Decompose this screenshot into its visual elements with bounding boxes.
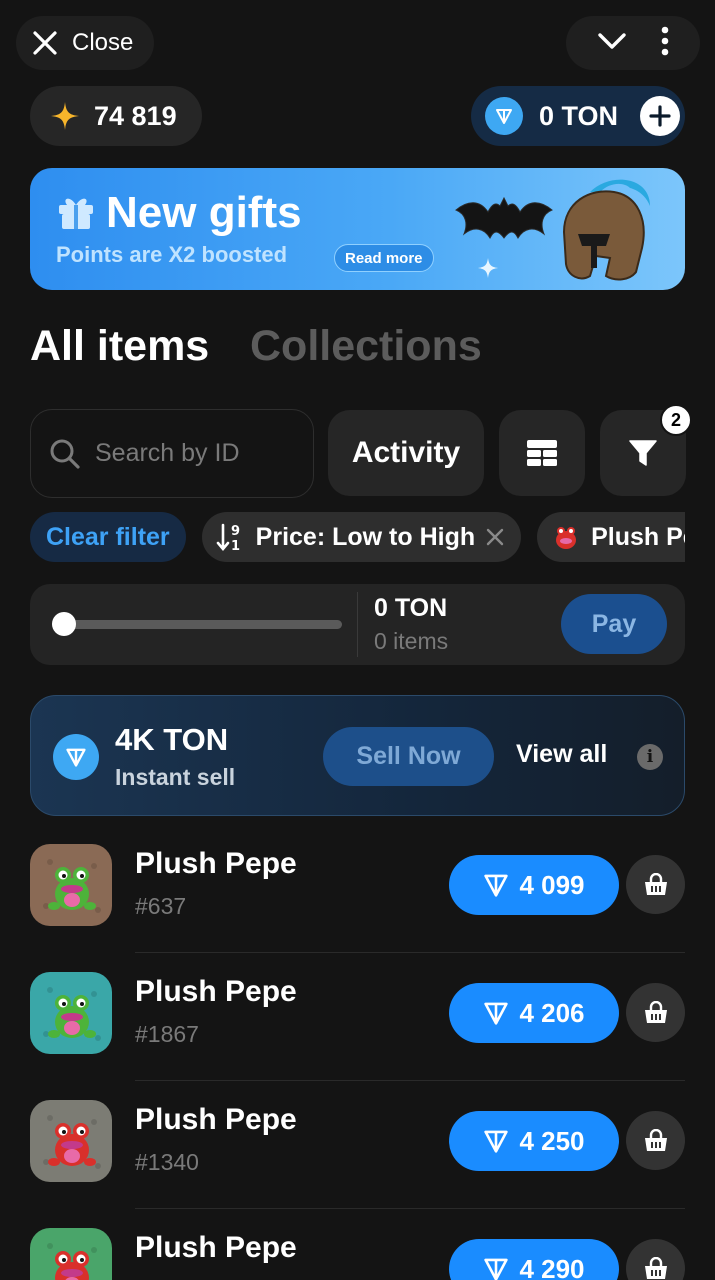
item-number: #1340 — [135, 1149, 199, 1175]
promo-banner[interactable]: New gifts Points are X2 boosted Read mor… — [30, 168, 685, 290]
remove-sort-icon[interactable] — [485, 527, 505, 547]
item-thumbnail — [30, 844, 112, 926]
filter-funnel-icon — [629, 440, 657, 466]
item-number: #1867 — [135, 1021, 199, 1047]
list-item[interactable]: Plush Pepe 4 290 — [30, 1209, 685, 1280]
basket-icon — [644, 1128, 667, 1151]
table-layout-icon — [527, 440, 557, 466]
item-price: 4 206 — [519, 997, 585, 1028]
instant-sell-amount: 4K TON — [115, 722, 229, 757]
banner-subtitle: Points are X2 boosted — [56, 242, 288, 267]
item-price: 4 290 — [519, 1253, 585, 1280]
instant-sell-card: 4K TON Instant sell Sell Now View all i — [30, 695, 685, 816]
banner-title: New gifts — [106, 188, 302, 237]
buy-price-button[interactable]: 4 250 — [449, 1111, 619, 1171]
list-item[interactable]: Plush Pepe #1867 4 206 — [30, 953, 685, 1081]
window-menu — [566, 16, 700, 70]
item-name: Plush Pepe — [135, 1231, 297, 1264]
more-vertical-icon[interactable] — [660, 26, 670, 61]
points-balance[interactable]: 74 819 — [30, 86, 202, 146]
tab-collections[interactable]: Collections — [250, 322, 482, 371]
read-more-button[interactable]: Read more — [334, 244, 434, 272]
search-input[interactable] — [95, 439, 295, 468]
svg-text:9: 9 — [231, 524, 240, 539]
ton-icon — [484, 874, 509, 897]
view-all-link[interactable]: View all — [516, 740, 607, 769]
add-to-cart-button[interactable] — [626, 983, 685, 1042]
cart-total-ton: 0 TON — [374, 594, 448, 622]
item-name: Plush Pepe — [135, 975, 297, 1008]
add-funds-icon[interactable] — [640, 96, 681, 136]
item-name: Plush Pepe — [135, 847, 297, 880]
add-to-cart-button[interactable] — [626, 855, 685, 914]
ton-balance[interactable]: 0 TON — [471, 86, 685, 146]
sell-now-button[interactable]: Sell Now — [323, 727, 494, 786]
collection-chip-label: Plush Pe — [591, 522, 685, 551]
sort-descending-icon: 9 1 — [216, 523, 240, 552]
activity-button[interactable]: Activity — [328, 410, 484, 496]
list-item[interactable]: Plush Pepe #637 4 099 — [30, 825, 685, 953]
pay-button[interactable]: Pay — [561, 594, 667, 654]
divider — [357, 592, 358, 657]
add-to-cart-button[interactable] — [626, 1111, 685, 1170]
ton-icon — [53, 734, 99, 780]
add-to-cart-button[interactable] — [626, 1239, 685, 1280]
item-thumbnail — [30, 1228, 112, 1280]
ton-icon — [484, 1258, 509, 1280]
instant-sell-label: Instant sell — [115, 764, 236, 790]
search-field[interactable] — [30, 409, 314, 498]
item-name: Plush Pepe — [135, 1103, 297, 1136]
points-value: 74 819 — [94, 100, 177, 131]
sort-chip[interactable]: 9 1 Price: Low to High — [201, 512, 522, 562]
collection-chip[interactable]: Plush Pe — [537, 512, 685, 562]
star-sparkle-icon — [51, 102, 79, 130]
buy-price-button[interactable]: 4 099 — [449, 855, 619, 915]
quantity-slider-handle[interactable] — [52, 612, 76, 636]
sweep-slider-card: 0 TON 0 items Pay — [30, 584, 685, 665]
ton-icon — [484, 1130, 509, 1153]
item-thumbnail — [30, 972, 112, 1054]
basket-icon — [644, 1000, 667, 1023]
basket-icon — [644, 1256, 667, 1279]
search-icon — [50, 439, 80, 469]
ton-value: 0 TON — [539, 100, 619, 131]
plush-pepe-thumb-icon — [556, 527, 577, 549]
svg-text:1: 1 — [231, 539, 240, 552]
info-icon[interactable]: i — [637, 744, 663, 770]
item-price: 4 099 — [519, 869, 585, 900]
helmet-gift-image — [562, 179, 650, 281]
chevron-down-icon[interactable] — [597, 31, 627, 56]
close-label: Close — [72, 29, 134, 56]
close-button[interactable]: Close — [16, 16, 154, 70]
clear-filter-chip[interactable]: Clear filter — [30, 512, 186, 562]
bat-gift-image — [455, 196, 553, 240]
sparkle-icon — [478, 258, 498, 278]
list-item[interactable]: Plush Pepe #1340 4 250 — [30, 1081, 685, 1209]
buy-price-button[interactable]: 4 206 — [449, 983, 619, 1043]
filter-count-badge: 2 — [660, 404, 692, 436]
filter-chips: Clear filter 9 1 Price: Low to High Plus… — [30, 512, 685, 562]
quantity-slider-track[interactable] — [52, 620, 342, 629]
gift-icon — [59, 198, 93, 229]
sort-chip-label: Price: Low to High — [255, 522, 476, 551]
item-price: 4 250 — [519, 1125, 585, 1156]
ton-icon — [485, 97, 523, 135]
tab-all-items[interactable]: All items — [30, 322, 209, 371]
ton-icon — [484, 1002, 509, 1025]
layout-toggle-button[interactable] — [499, 410, 585, 496]
basket-icon — [644, 872, 667, 895]
buy-price-button[interactable]: 4 290 — [449, 1239, 619, 1280]
item-number: #637 — [135, 893, 187, 919]
close-icon — [33, 31, 57, 55]
cart-item-count: 0 items — [374, 628, 449, 654]
item-thumbnail — [30, 1100, 112, 1182]
